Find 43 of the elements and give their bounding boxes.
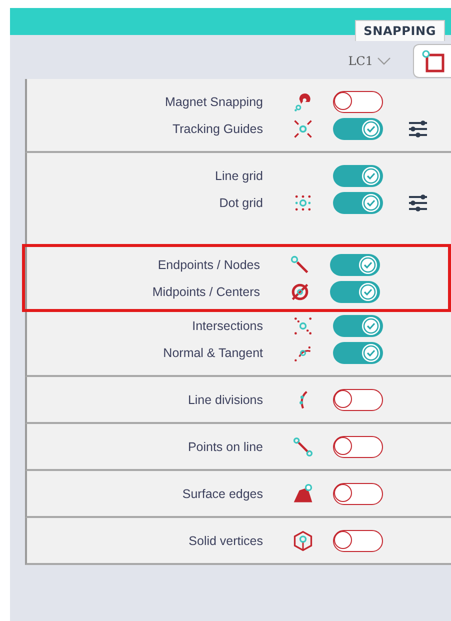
check-icon — [359, 282, 377, 300]
settings-sliders-icon[interactable] — [408, 194, 428, 212]
check-icon — [362, 194, 380, 212]
option-label: Line divisions — [186, 392, 264, 406]
option-label: Points on line — [186, 440, 264, 454]
option-label: Dot grid — [218, 196, 264, 210]
toggle-switch[interactable] — [333, 314, 383, 336]
snapping-tab[interactable]: SNAPPING — [354, 20, 445, 41]
check-icon — [362, 344, 380, 362]
option-label: Midpoints / Centers — [151, 284, 261, 298]
crosshair-icon — [292, 118, 314, 140]
toggle-switch[interactable] — [333, 164, 383, 186]
toggle-switch[interactable] — [330, 254, 380, 276]
toggle-switch[interactable] — [333, 388, 383, 410]
toggle-switch[interactable] — [330, 280, 380, 302]
toggle-switch[interactable] — [333, 118, 383, 140]
option-label: Tracking Guides — [171, 122, 264, 136]
option-label: Surface edges — [181, 486, 264, 500]
points-on-line-icon — [292, 436, 314, 458]
option-label: Normal & Tangent — [162, 346, 264, 360]
option-label: Intersections — [191, 318, 264, 332]
toggle-switch[interactable] — [333, 192, 383, 214]
check-icon — [362, 120, 380, 138]
surface-edge-icon — [292, 482, 314, 504]
option-label: Endpoints / Nodes — [156, 258, 261, 272]
toggle-switch[interactable] — [333, 482, 383, 504]
toggle-switch[interactable] — [333, 530, 383, 552]
toggle-switch[interactable] — [333, 90, 383, 112]
settings-sliders-icon[interactable] — [408, 120, 428, 138]
check-icon — [362, 166, 380, 184]
cube-vertex-icon — [292, 530, 314, 552]
toggle-switch[interactable] — [333, 436, 383, 458]
line-endpoint-icon — [289, 254, 311, 276]
option-label: Magnet Snapping — [164, 94, 264, 108]
toggle-switch[interactable] — [333, 342, 383, 364]
snap-mode-button[interactable] — [413, 44, 451, 78]
option-label: Line grid — [214, 168, 264, 182]
intersection-icon — [292, 314, 314, 336]
chevron-down-icon — [377, 57, 391, 65]
load-case-dropdown[interactable]: LC1 — [348, 54, 391, 68]
check-icon — [362, 316, 380, 334]
check-icon — [359, 256, 377, 274]
option-label: Solid vertices — [188, 534, 264, 548]
